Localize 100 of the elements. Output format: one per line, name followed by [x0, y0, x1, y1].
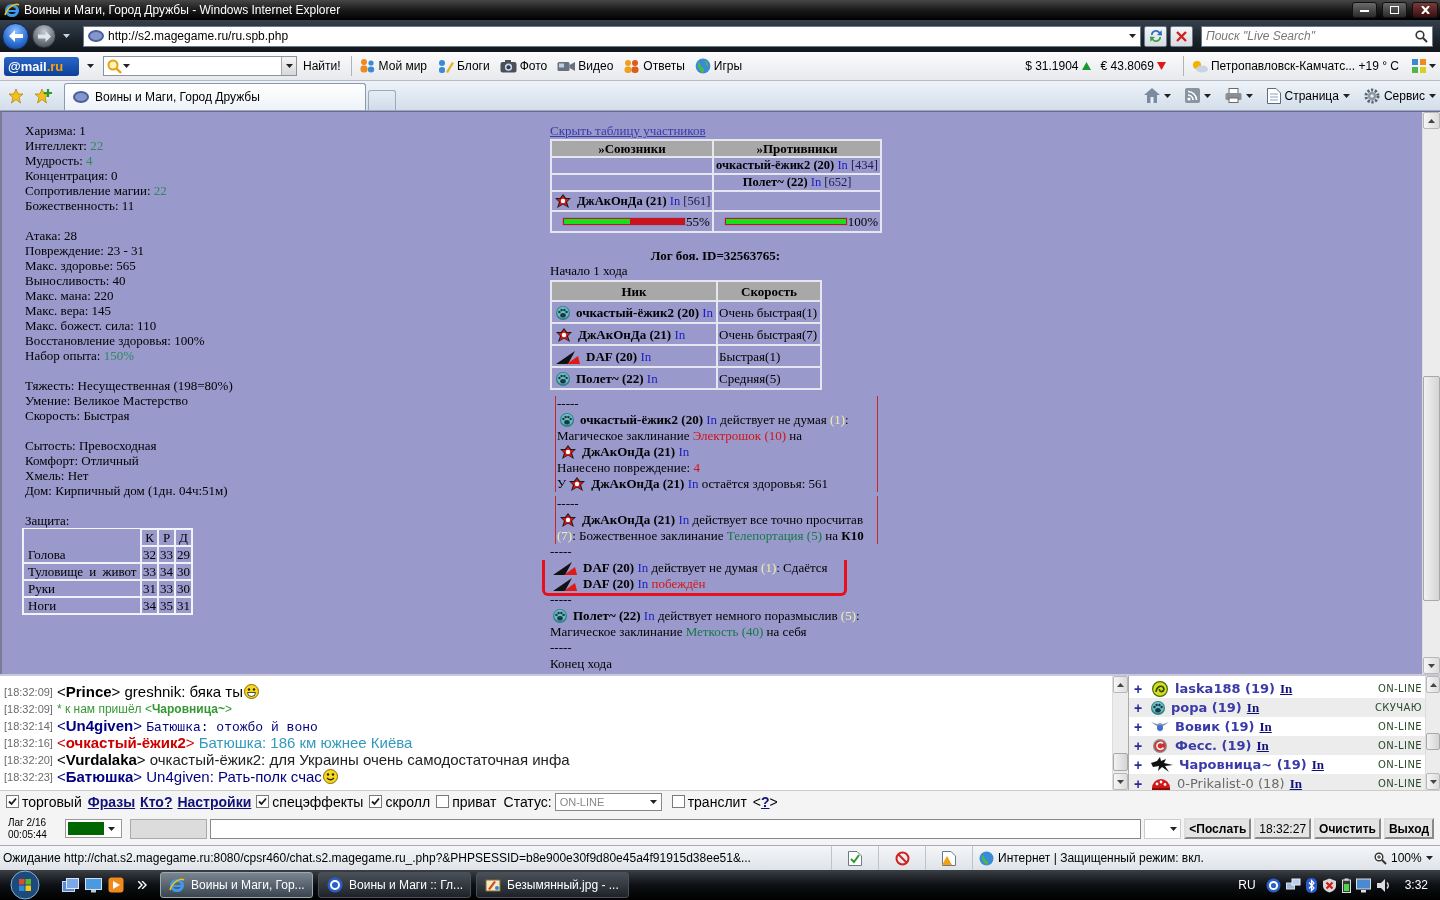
- browser-tab[interactable]: Воины и Маги, Город Дружбы: [64, 83, 366, 110]
- user-row[interactable]: + рора (19) In СКУЧАЮ: [1129, 698, 1425, 717]
- info-link[interactable]: In: [1311, 756, 1324, 773]
- maximize-button[interactable]: [1382, 2, 1407, 18]
- bluetooth-icon[interactable]: [1305, 877, 1317, 893]
- checkbox[interactable]: [256, 795, 270, 808]
- user-row[interactable]: + Фесс. (19) In ON-LINE: [1129, 736, 1425, 755]
- exit-button[interactable]: Выход: [1383, 818, 1434, 839]
- taskbar-button[interactable]: Безымянный.jpg - ...: [476, 872, 629, 898]
- zoom-button[interactable]: 100%: [1374, 851, 1433, 865]
- minimize-button[interactable]: [1352, 2, 1377, 18]
- video-camera-icon[interactable]: [557, 59, 576, 73]
- info-link[interactable]: In: [1246, 699, 1260, 716]
- help-link[interactable]: <?>: [752, 793, 778, 810]
- clock-button[interactable]: 18:32:27: [1254, 818, 1312, 839]
- chat-people-icon[interactable]: [623, 58, 641, 74]
- toolbar-link[interactable]: Мой мир: [358, 58, 428, 74]
- globe-icon[interactable]: [694, 58, 711, 74]
- send-button[interactable]: <Послать: [1184, 818, 1252, 839]
- command-menu[interactable]: Сервис: [1363, 87, 1436, 104]
- scroll-up-button[interactable]: [1423, 112, 1440, 129]
- chevron-icon[interactable]: [138, 881, 147, 889]
- print-button[interactable]: [1224, 88, 1253, 103]
- scroll-down-button[interactable]: [1113, 773, 1128, 790]
- toolbar-link[interactable]: Ответы: [623, 58, 685, 74]
- search-dropdown-button[interactable]: [281, 57, 296, 75]
- checkbox-label[interactable]: скролл: [385, 793, 431, 810]
- checkbox-label[interactable]: приват: [452, 793, 497, 810]
- checkbox[interactable]: [6, 795, 19, 808]
- expand-button[interactable]: +: [1129, 756, 1149, 773]
- dropdown-field[interactable]: [1143, 818, 1182, 839]
- blocked-icon[interactable]: [894, 850, 910, 866]
- scrollbar-thumb[interactable]: [1426, 733, 1440, 750]
- scroll-down-button[interactable]: [1423, 657, 1440, 674]
- agent-icon[interactable]: [1265, 877, 1281, 893]
- toolbar-link[interactable]: Блоги: [437, 58, 490, 74]
- network-icon[interactable]: [1285, 877, 1301, 893]
- checkbox-label[interactable]: торговый: [22, 793, 82, 810]
- clear-button[interactable]: Очистить: [1314, 818, 1381, 839]
- info-link[interactable]: In: [1256, 737, 1269, 754]
- pen-icon[interactable]: [437, 58, 455, 74]
- info-link[interactable]: In: [1289, 775, 1302, 790]
- status-dropdown[interactable]: ON-LINE: [554, 792, 662, 811]
- page-warning-icon[interactable]: [941, 850, 957, 866]
- desktop-icon[interactable]: [85, 877, 102, 893]
- message-input-field[interactable]: [210, 818, 1141, 839]
- clock[interactable]: 3:32: [1404, 878, 1428, 892]
- language-indicator[interactable]: RU: [1238, 878, 1256, 892]
- page-check-icon[interactable]: [848, 850, 862, 866]
- options-link[interactable]: Кто?: [140, 793, 173, 810]
- toolbar-options-button[interactable]: [1411, 58, 1436, 74]
- input-field[interactable]: [130, 818, 208, 839]
- back-button[interactable]: [2, 22, 29, 50]
- scrollbar[interactable]: [1422, 112, 1440, 674]
- volume-icon[interactable]: [1375, 877, 1391, 893]
- toolbar-link[interactable]: Фото: [499, 59, 548, 73]
- battery-icon[interactable]: [1341, 877, 1351, 893]
- stop-button[interactable]: [1170, 25, 1193, 47]
- home-button[interactable]: [1143, 88, 1171, 103]
- taskbar-button[interactable]: Воины и Маги, Гор...: [160, 872, 313, 898]
- window-switch-icon[interactable]: [62, 877, 79, 893]
- color-picker[interactable]: [65, 819, 123, 838]
- expand-button[interactable]: +: [1129, 775, 1149, 790]
- checkbox-label[interactable]: транслит: [687, 793, 747, 810]
- forward-button[interactable]: [32, 24, 56, 48]
- scrollbar-thumb[interactable]: [1113, 753, 1128, 771]
- checkbox[interactable]: [671, 795, 685, 808]
- toolbar-link[interactable]: Игры: [694, 58, 743, 74]
- expand-button[interactable]: +: [1129, 737, 1149, 754]
- checkbox[interactable]: [369, 795, 383, 808]
- user-row[interactable]: + 0-Prikalist-0 (18) In ON-LINE: [1129, 774, 1425, 790]
- page-icon[interactable]: [1266, 87, 1281, 104]
- monitor-icon[interactable]: [1355, 877, 1371, 893]
- info-link[interactable]: In: [1259, 718, 1272, 735]
- scrollbar[interactable]: [1425, 676, 1440, 790]
- command-menu[interactable]: Страница: [1266, 87, 1350, 104]
- mail-logo[interactable]: @mail.ru: [4, 56, 79, 76]
- checkbox[interactable]: [436, 795, 450, 808]
- toolbar-search-field[interactable]: [103, 56, 297, 76]
- options-link[interactable]: Фразы: [87, 793, 136, 810]
- scroll-down-button[interactable]: [1426, 773, 1440, 790]
- options-link[interactable]: Настройки: [177, 793, 252, 810]
- expand-button[interactable]: +: [1129, 680, 1149, 697]
- close-button[interactable]: [1412, 2, 1438, 18]
- taskbar-button[interactable]: Воины и Маги :: Гл...: [318, 872, 471, 898]
- expand-button[interactable]: +: [1129, 699, 1149, 716]
- media-player-icon[interactable]: [108, 877, 124, 893]
- scrollbar-thumb[interactable]: [1423, 376, 1440, 601]
- scroll-up-button[interactable]: [1426, 676, 1440, 693]
- security-alert-icon[interactable]: [1321, 877, 1337, 893]
- feeds-button[interactable]: [1184, 88, 1211, 103]
- gear-icon[interactable]: [1363, 87, 1380, 104]
- toolbar-link[interactable]: Видео: [557, 59, 614, 73]
- camera-icon[interactable]: [499, 59, 517, 73]
- add-favorite-button[interactable]: [34, 87, 52, 104]
- scroll-up-button[interactable]: [1113, 676, 1128, 693]
- scrollbar[interactable]: [1112, 676, 1128, 790]
- checkbox-label[interactable]: спецэффекты: [272, 793, 364, 810]
- info-link[interactable]: In: [1280, 680, 1293, 697]
- refresh-button[interactable]: [1144, 25, 1167, 47]
